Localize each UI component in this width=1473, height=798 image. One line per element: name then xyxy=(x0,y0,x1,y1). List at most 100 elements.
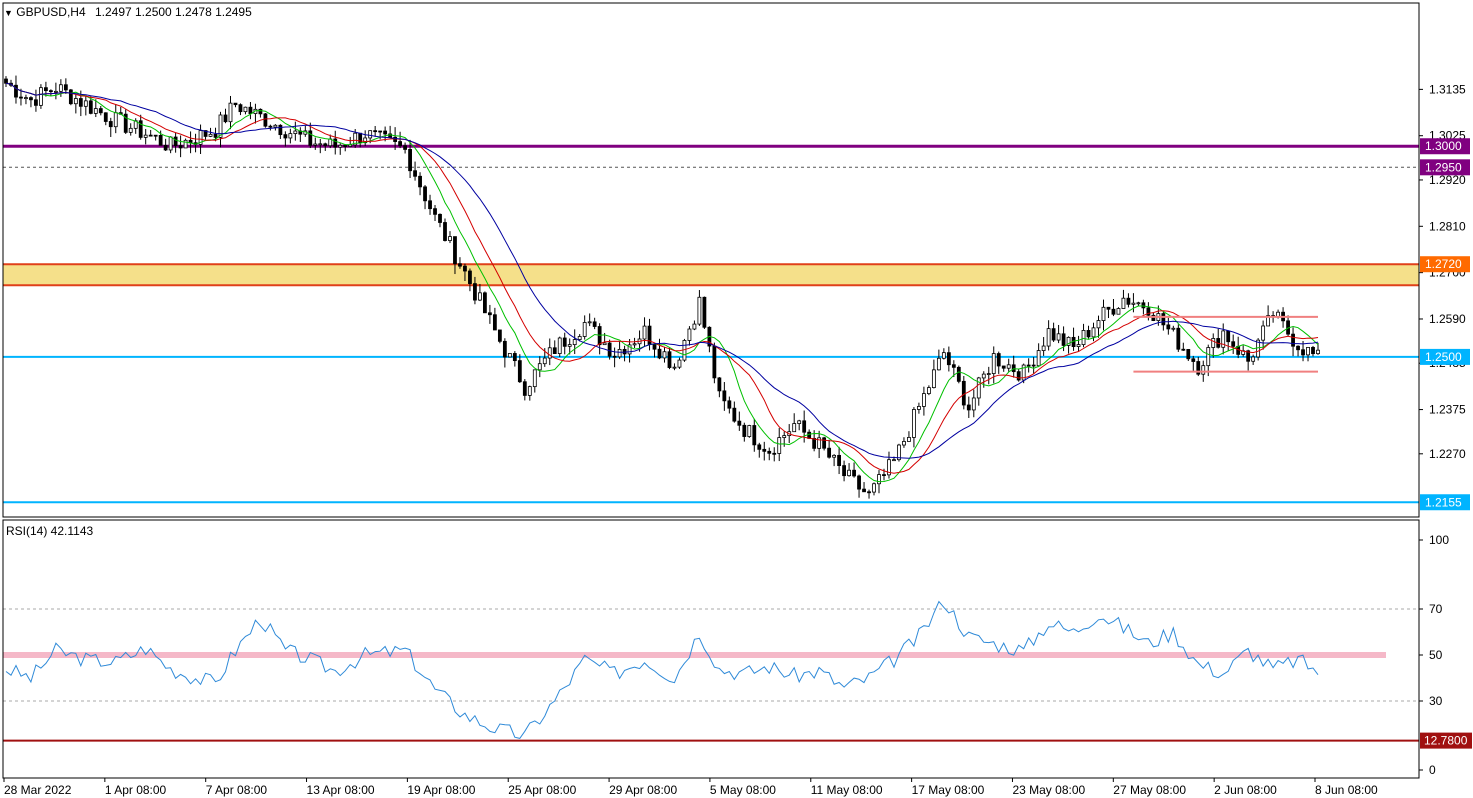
candle-body xyxy=(1131,302,1136,305)
candle-body xyxy=(642,325,647,340)
candle-body xyxy=(507,353,512,358)
rsi-tick-label: 70 xyxy=(1429,602,1443,616)
candle-body xyxy=(777,437,782,454)
candle-body xyxy=(487,312,492,316)
candle-body xyxy=(1316,349,1320,355)
candle-body xyxy=(722,390,727,402)
candle-body xyxy=(847,469,851,477)
candle-body xyxy=(1201,365,1206,375)
candle-body xyxy=(767,450,772,454)
candle-body xyxy=(1306,346,1310,356)
candle-body xyxy=(877,474,881,485)
candle-body xyxy=(697,296,702,325)
candle-body xyxy=(907,437,911,442)
candle-body xyxy=(1166,324,1171,330)
candle-body xyxy=(1296,345,1300,351)
candle-body xyxy=(617,348,622,358)
candle-body xyxy=(403,145,407,150)
candle-body xyxy=(368,130,373,139)
candle-body xyxy=(58,84,63,92)
candle-body xyxy=(936,357,941,371)
candle-body xyxy=(473,283,477,301)
candle-body xyxy=(183,139,188,149)
time-tick-label: 13 Apr 08:00 xyxy=(307,783,375,797)
candle-body xyxy=(1171,327,1176,330)
candle-body xyxy=(1096,320,1101,329)
candle-body xyxy=(243,106,248,113)
candle-body xyxy=(1076,344,1081,347)
candle-body xyxy=(1036,350,1041,367)
candle-body xyxy=(502,340,507,358)
candle-body xyxy=(213,133,218,138)
candle-body xyxy=(378,130,383,133)
candle-body xyxy=(567,344,572,347)
price-tick-label: 1.2590 xyxy=(1429,312,1466,326)
candle-body xyxy=(1041,345,1046,351)
time-tick-label: 19 Apr 08:00 xyxy=(407,783,475,797)
candle-body xyxy=(263,113,268,127)
candle-body xyxy=(902,441,906,446)
candle-body xyxy=(542,357,547,365)
candle-body xyxy=(662,351,667,359)
candle-body xyxy=(238,104,243,113)
candle-body xyxy=(1026,364,1031,367)
candle-body xyxy=(143,134,148,138)
price-tick-label: 1.2375 xyxy=(1429,403,1466,417)
candle-body xyxy=(433,208,437,215)
candle-body xyxy=(288,133,293,139)
trading-chart[interactable]: 1.31351.30251.29201.28101.27001.25901.24… xyxy=(0,0,1473,798)
candle-body xyxy=(19,96,23,99)
candle-body xyxy=(1206,347,1211,367)
candle-body xyxy=(917,406,921,410)
candle-body xyxy=(158,135,163,146)
candle-body xyxy=(233,102,238,106)
candle-body xyxy=(1301,349,1305,356)
candle-body xyxy=(458,263,462,267)
candle-body xyxy=(318,143,323,146)
candle-body xyxy=(1086,330,1091,338)
candle-body xyxy=(1046,328,1051,347)
candle-body xyxy=(912,409,916,438)
candle-body xyxy=(78,98,83,107)
candle-body xyxy=(443,222,447,241)
candle-body xyxy=(922,393,926,407)
candle-body xyxy=(478,292,482,301)
symbol-header[interactable]: ▼ GBPUSD,H4 1.2497 1.2500 1.2478 1.2495 xyxy=(4,5,252,19)
candle-body xyxy=(413,170,417,177)
candle-body xyxy=(373,130,378,133)
candle-body xyxy=(338,144,343,148)
candle-body xyxy=(1056,333,1061,341)
candle-body xyxy=(468,270,472,284)
candle-body xyxy=(527,386,532,396)
candle-body xyxy=(981,373,986,379)
candle-body xyxy=(812,438,817,449)
candle-body xyxy=(946,352,951,366)
time-tick-label: 25 Apr 08:00 xyxy=(508,783,576,797)
candle-body xyxy=(827,447,832,458)
candle-body xyxy=(1106,306,1111,310)
candle-body xyxy=(178,145,183,149)
candle-body xyxy=(423,186,427,202)
time-tick-label: 29 Apr 08:00 xyxy=(609,783,677,797)
time-tick-label: 17 May 08:00 xyxy=(912,783,985,797)
candle-body xyxy=(29,97,33,101)
candle-body xyxy=(537,363,542,371)
candle-body xyxy=(1211,338,1216,348)
candle-body xyxy=(742,424,747,437)
candle-body xyxy=(562,337,567,347)
candle-body xyxy=(862,488,866,493)
candle-body xyxy=(113,112,118,128)
candle-body xyxy=(1141,302,1146,309)
candle-body xyxy=(717,377,722,392)
time-tick-label: 27 May 08:00 xyxy=(1113,783,1186,797)
candle-body xyxy=(892,459,896,462)
candle-body xyxy=(837,454,841,466)
candle-body xyxy=(153,134,158,137)
candle-body xyxy=(108,121,113,128)
candle-body xyxy=(1081,330,1086,345)
triangle-down-icon[interactable]: ▼ xyxy=(4,8,13,18)
candle-body xyxy=(522,381,527,396)
candle-body xyxy=(872,483,876,493)
candle-body xyxy=(348,144,353,147)
candle-body xyxy=(418,175,422,188)
